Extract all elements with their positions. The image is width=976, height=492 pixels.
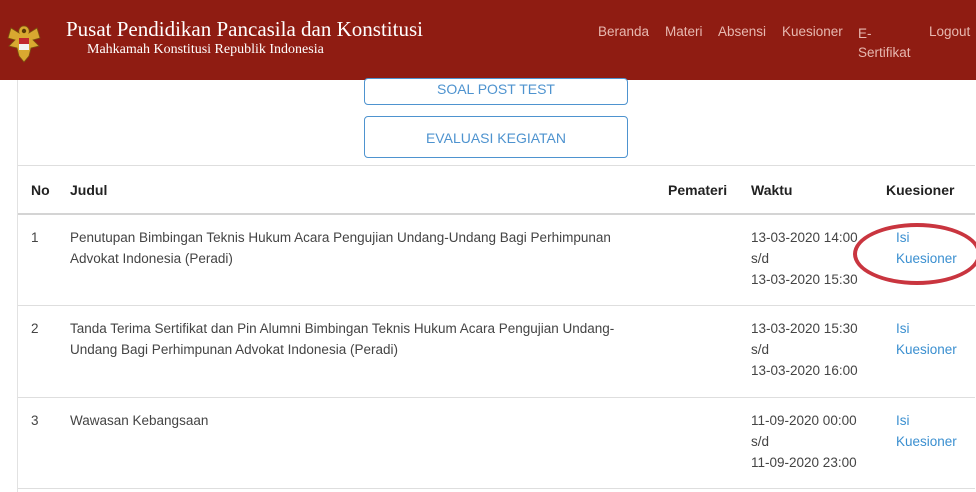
- row-no: 1: [31, 230, 39, 245]
- row-judul-line1: Tanda Terima Sertifikat dan Pin Alumni B…: [70, 321, 615, 336]
- garuda-logo-icon: [7, 25, 41, 63]
- evaluasi-kegiatan-button[interactable]: EVALUASI KEGIATAN: [364, 116, 628, 158]
- column-header-judul: Judul: [70, 182, 108, 198]
- column-header-pemateri: Pemateri: [668, 182, 728, 198]
- row-divider: [18, 397, 975, 398]
- column-header-no: No: [31, 182, 50, 198]
- table-header-divider: [18, 213, 975, 215]
- top-navbar: Pusat Pendidikan Pancasila dan Konstitus…: [0, 0, 976, 80]
- site-subtitle: Mahkamah Konstitusi Republik Indonesia: [87, 42, 324, 57]
- row-judul-line2: Undang Bagi Perhimpunan Advokat Indonesi…: [70, 342, 398, 357]
- column-header-kuesioner: Kuesioner: [886, 182, 955, 198]
- nav-e-sertifikat[interactable]: E- Sertifikat: [858, 24, 911, 62]
- row-waktu-end: 13-03-2020 15:30: [751, 272, 858, 287]
- row-judul-line1: Wawasan Kebangsaan: [70, 413, 209, 428]
- row-judul: Penutupan Bimbingan Teknis Hukum Acara P…: [70, 227, 670, 269]
- row-waktu-end: 13-03-2020 16:00: [751, 363, 858, 378]
- nav-e-sertifikat-line1: E-: [858, 26, 872, 41]
- link-line1: Isi: [896, 230, 910, 245]
- link-line1: Isi: [896, 413, 910, 428]
- row-waktu: 13-03-2020 15:30 s/d 13-03-2020 16:00: [751, 318, 858, 381]
- nav-logout[interactable]: Logout: [929, 24, 970, 39]
- row-no: 3: [31, 413, 39, 428]
- post-test-button-label: SOAL POST TEST: [436, 81, 555, 97]
- nav-kuesioner[interactable]: Kuesioner: [782, 24, 843, 39]
- nav-materi[interactable]: Materi: [665, 24, 703, 39]
- link-line2: Kuesioner: [896, 251, 957, 266]
- row-waktu-sep: s/d: [751, 342, 770, 357]
- row-judul-line1: Penutupan Bimbingan Teknis Hukum Acara P…: [70, 230, 611, 245]
- row-judul-line2: Advokat Indonesia (Peradi): [70, 251, 233, 266]
- row-waktu-start: 13-03-2020 14:00: [751, 230, 858, 245]
- row-no: 2: [31, 321, 39, 336]
- link-line2: Kuesioner: [896, 342, 957, 357]
- row-divider: [18, 488, 975, 489]
- isi-kuesioner-link[interactable]: Isi Kuesioner: [896, 318, 957, 360]
- column-header-waktu: Waktu: [751, 182, 793, 198]
- row-waktu: 13-03-2020 14:00 s/d 13-03-2020 15:30: [751, 227, 858, 290]
- row-judul: Tanda Terima Sertifikat dan Pin Alumni B…: [70, 318, 670, 360]
- link-line2: Kuesioner: [896, 434, 957, 449]
- row-waktu-sep: s/d: [751, 434, 770, 449]
- nav-absensi[interactable]: Absensi: [718, 24, 766, 39]
- row-waktu-end: 11-09-2020 23:00: [751, 455, 857, 470]
- link-line1: Isi: [896, 321, 910, 336]
- row-waktu: 11-09-2020 00:00 s/d 11-09-2020 23:00: [751, 410, 857, 473]
- isi-kuesioner-link[interactable]: Isi Kuesioner: [896, 410, 957, 452]
- post-test-button[interactable]: SOAL POST TEST: [364, 78, 628, 105]
- row-judul: Wawasan Kebangsaan: [70, 410, 670, 431]
- isi-kuesioner-link[interactable]: Isi Kuesioner: [896, 227, 957, 269]
- row-waktu-start: 13-03-2020 15:30: [751, 321, 858, 336]
- table-top-divider: [18, 165, 975, 166]
- nav-beranda[interactable]: Beranda: [598, 24, 649, 39]
- site-title: Pusat Pendidikan Pancasila dan Konstitus…: [66, 17, 423, 41]
- row-waktu-start: 11-09-2020 00:00: [751, 413, 857, 428]
- nav-e-sertifikat-line2: Sertifikat: [858, 45, 911, 60]
- row-divider: [18, 305, 975, 306]
- row-waktu-sep: s/d: [751, 251, 770, 266]
